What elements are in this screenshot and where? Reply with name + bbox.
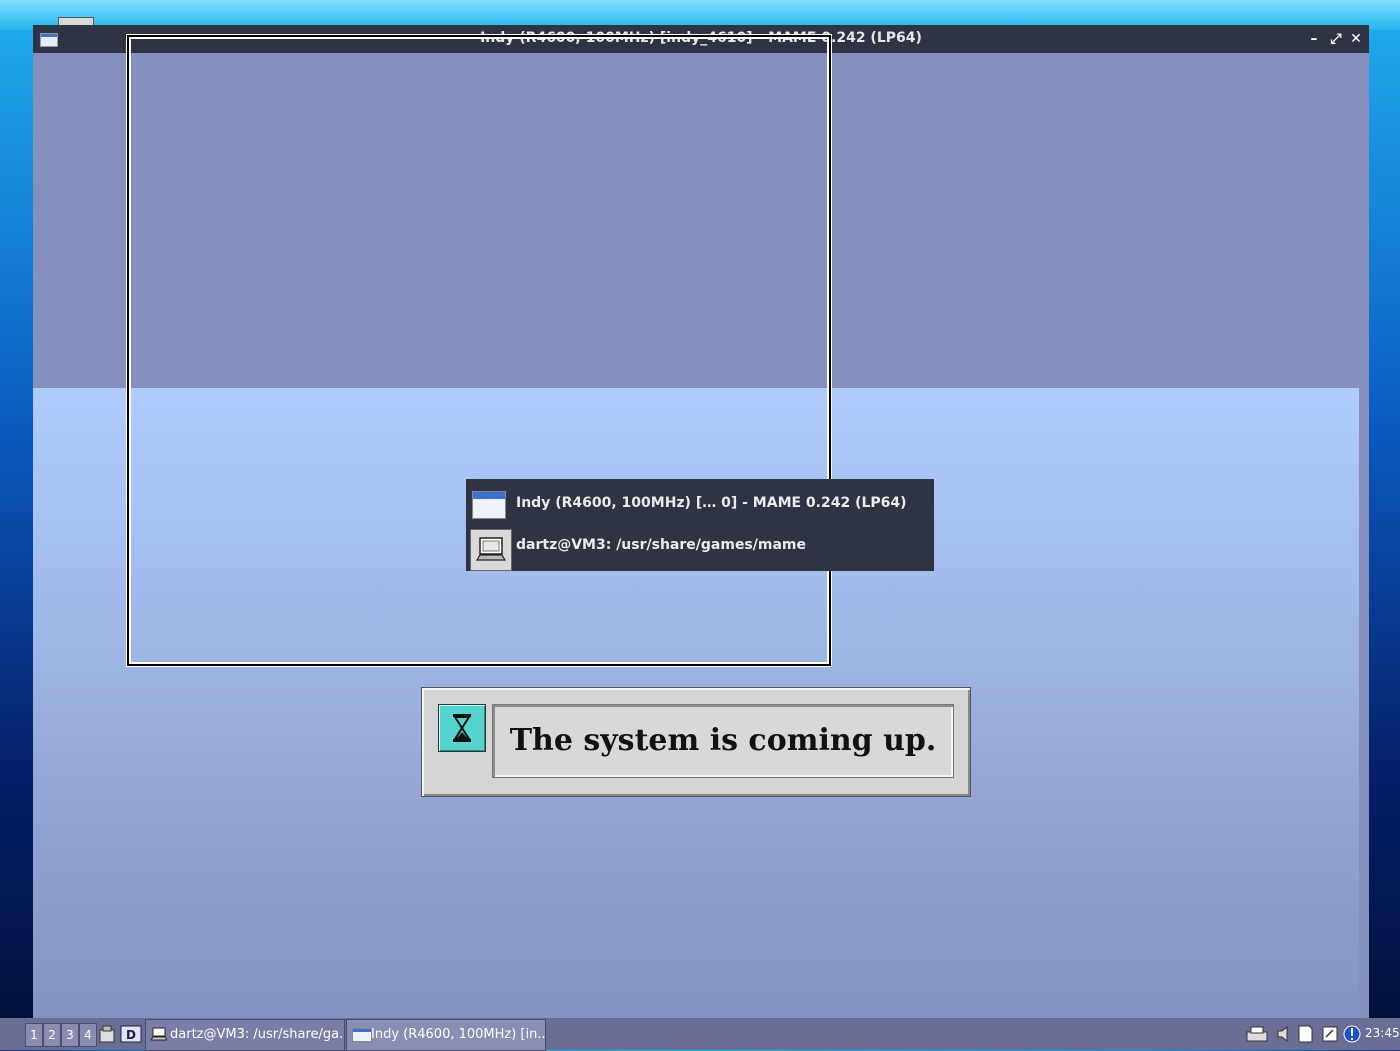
file-manager-icon[interactable] xyxy=(98,1024,116,1044)
clipboard-icon[interactable] xyxy=(1322,1025,1340,1043)
hourglass-icon xyxy=(438,704,486,752)
minimize-button[interactable]: – xyxy=(1305,30,1323,48)
desktop-background-left xyxy=(0,30,34,1018)
window-switcher[interactable]: Indy (R4600, 100MHz) [… 0] - MAME 0.242 … xyxy=(466,479,934,571)
speaker-icon[interactable] xyxy=(1276,1025,1294,1043)
svg-text:D: D xyxy=(126,1028,136,1042)
terminal-icon xyxy=(470,529,512,571)
message-box: The system is coming up. xyxy=(492,704,954,778)
maximize-button[interactable]: ⤢ xyxy=(1327,30,1345,48)
clock[interactable]: 23:45 xyxy=(1365,1026,1400,1040)
switcher-item-label: dartz@VM3: /usr/share/games/mame xyxy=(516,537,807,553)
desktop-background-right xyxy=(1368,30,1400,1018)
desktop-icon[interactable]: D xyxy=(120,1024,142,1044)
workspace-button-2[interactable]: 2 xyxy=(43,1023,61,1047)
taskbar-task-mame[interactable]: Indy (R4600, 100MHz) [in... xyxy=(346,1019,546,1051)
dialog-message: The system is coming up. xyxy=(509,723,937,758)
taskbar-handle xyxy=(0,1018,24,1050)
switcher-item[interactable]: dartz@VM3: /usr/share/games/mame xyxy=(466,525,934,571)
task-label: dartz@VM3: /usr/share/ga... xyxy=(170,1027,345,1042)
taskbar: 1 2 3 4 D dartz@VM3: /usr/share/ga... In… xyxy=(0,1018,1400,1051)
startup-dialog: The system is coming up. xyxy=(421,687,971,797)
task-label: Indy (R4600, 100MHz) [in... xyxy=(371,1027,546,1042)
taskbar-task-terminal[interactable]: dartz@VM3: /usr/share/ga... xyxy=(145,1019,345,1051)
notes-icon[interactable] xyxy=(1296,1025,1314,1043)
switcher-item[interactable]: Indy (R4600, 100MHz) [… 0] - MAME 0.242 … xyxy=(466,483,934,525)
printer-icon[interactable] xyxy=(1246,1025,1268,1043)
window-icon xyxy=(472,491,506,519)
workspace-button-4[interactable]: 4 xyxy=(79,1023,97,1047)
terminal-icon xyxy=(150,1027,168,1041)
workspace-button-1[interactable]: 1 xyxy=(25,1023,43,1047)
switcher-item-label: Indy (R4600, 100MHz) [… 0] - MAME 0.242 … xyxy=(516,495,907,511)
window-icon xyxy=(352,1028,372,1042)
workspace-button-3[interactable]: 3 xyxy=(61,1023,79,1047)
close-button[interactable]: ✕ xyxy=(1347,30,1365,48)
update-notifier-icon[interactable] xyxy=(1343,1025,1361,1043)
